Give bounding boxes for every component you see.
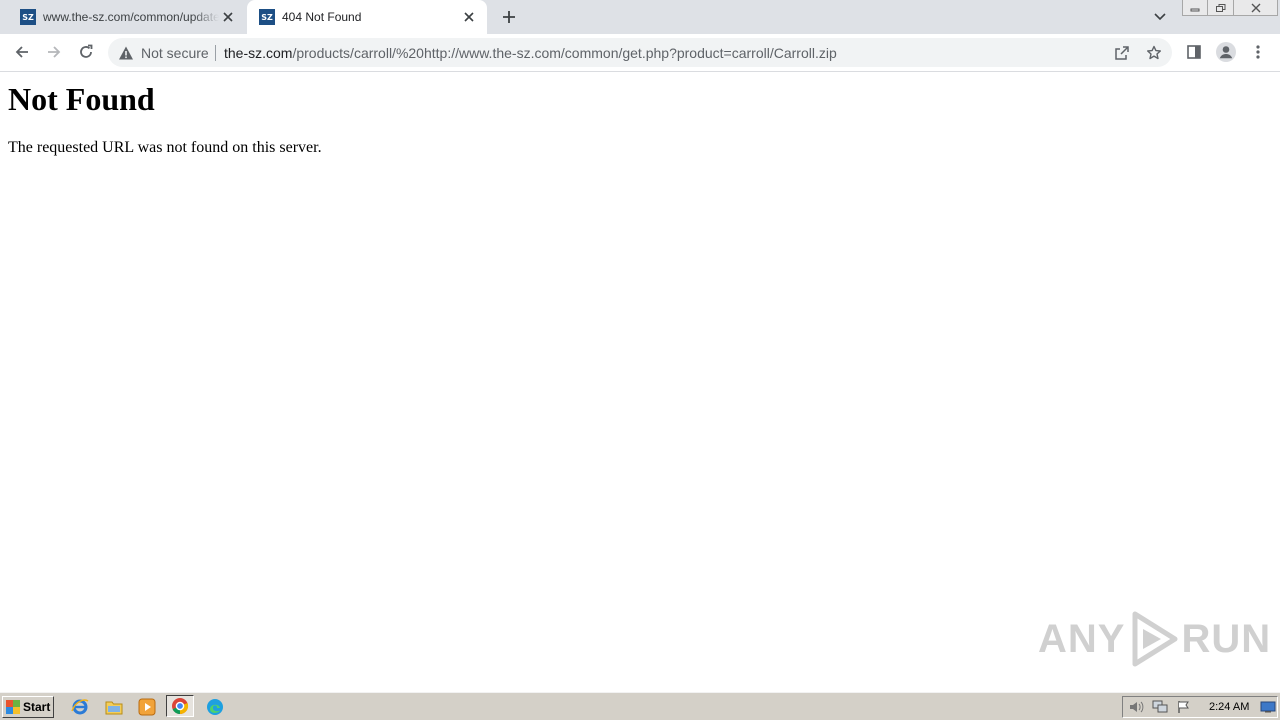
tab-update-php[interactable]: SZ www.the-sz.com/common/update.php <box>8 0 246 34</box>
star-icon[interactable] <box>1144 43 1164 63</box>
kebab-menu-icon <box>1256 45 1260 59</box>
start-label: Start <box>23 700 51 714</box>
back-button[interactable] <box>8 38 36 66</box>
internet-explorer-icon[interactable] <box>70 697 90 717</box>
minimize-icon <box>1190 8 1200 11</box>
show-desktop-icon[interactable] <box>1259 699 1277 715</box>
arrow-right-icon <box>48 46 61 58</box>
url-host: the-sz.com <box>224 45 293 61</box>
watermark-text-right: RUN <box>1181 616 1272 661</box>
site-favicon: SZ <box>259 9 275 25</box>
close-window-button[interactable] <box>1234 0 1278 16</box>
url-text[interactable]: the-sz.com/products/carroll/%20http://ww… <box>224 45 837 61</box>
reload-button[interactable] <box>72 38 100 66</box>
tab-search-button[interactable] <box>1150 8 1170 26</box>
taskbar: Start 2:24 AM <box>0 692 1280 720</box>
play-logo-icon <box>1132 611 1178 667</box>
security-label[interactable]: Not secure <box>141 45 209 61</box>
page-title: Not Found <box>8 81 155 117</box>
close-icon <box>1251 3 1260 12</box>
warning-icon[interactable] <box>118 45 134 61</box>
profile-button[interactable] <box>1212 38 1240 66</box>
tab-title: 404 Not Found <box>282 10 362 24</box>
minimize-button[interactable] <box>1182 0 1208 16</box>
windows-logo-icon <box>6 700 20 714</box>
tab-404-not-found[interactable]: SZ 404 Not Found <box>247 0 487 34</box>
volume-icon[interactable] <box>1127 699 1145 715</box>
share-icon[interactable] <box>1112 43 1132 63</box>
url-path: /products/carroll/%20http://www.the-sz.c… <box>292 45 837 61</box>
restore-icon <box>1215 3 1225 12</box>
system-tray: 2:24 AM <box>1122 696 1278 718</box>
side-panel-button[interactable] <box>1180 38 1208 66</box>
window-controls <box>1182 0 1278 18</box>
menu-button[interactable] <box>1244 38 1272 66</box>
chrome-taskbar-icon[interactable] <box>166 695 194 717</box>
page-content: Not Found The requested URL was not foun… <box>0 72 1280 692</box>
start-button[interactable]: Start <box>2 696 54 718</box>
file-explorer-icon[interactable] <box>104 697 124 717</box>
error-message: The requested URL was not found on this … <box>8 139 322 156</box>
arrow-left-icon <box>15 46 28 58</box>
taskbar-clock[interactable]: 2:24 AM <box>1209 700 1249 714</box>
browser-toolbar: Not secure the-sz.com/products/carroll/%… <box>0 34 1280 72</box>
network-icon[interactable] <box>1151 699 1169 715</box>
edge-icon[interactable] <box>205 697 225 717</box>
tab-strip: SZ www.the-sz.com/common/update.php SZ 4… <box>0 0 1280 34</box>
reload-icon <box>80 44 93 58</box>
chevron-down-icon <box>1154 13 1166 21</box>
new-tab-button[interactable] <box>498 7 520 27</box>
address-bar[interactable]: Not secure the-sz.com/products/carroll/%… <box>108 38 1172 67</box>
action-center-flag-icon[interactable] <box>1175 699 1193 715</box>
restore-button[interactable] <box>1208 0 1234 16</box>
side-panel-icon <box>1187 45 1201 59</box>
media-player-icon[interactable] <box>137 697 157 717</box>
close-tab-icon[interactable] <box>461 9 477 25</box>
plus-icon <box>503 11 515 23</box>
tab-title: www.the-sz.com/common/update.php <box>43 10 219 24</box>
close-tab-icon[interactable] <box>220 9 236 25</box>
forward-button[interactable] <box>40 38 68 66</box>
profile-icon <box>1216 42 1236 62</box>
site-favicon: SZ <box>20 9 36 25</box>
omnibox-divider <box>215 45 216 61</box>
watermark-text-left: ANY <box>1038 616 1126 661</box>
anyrun-watermark: ANY RUN <box>1038 610 1271 668</box>
